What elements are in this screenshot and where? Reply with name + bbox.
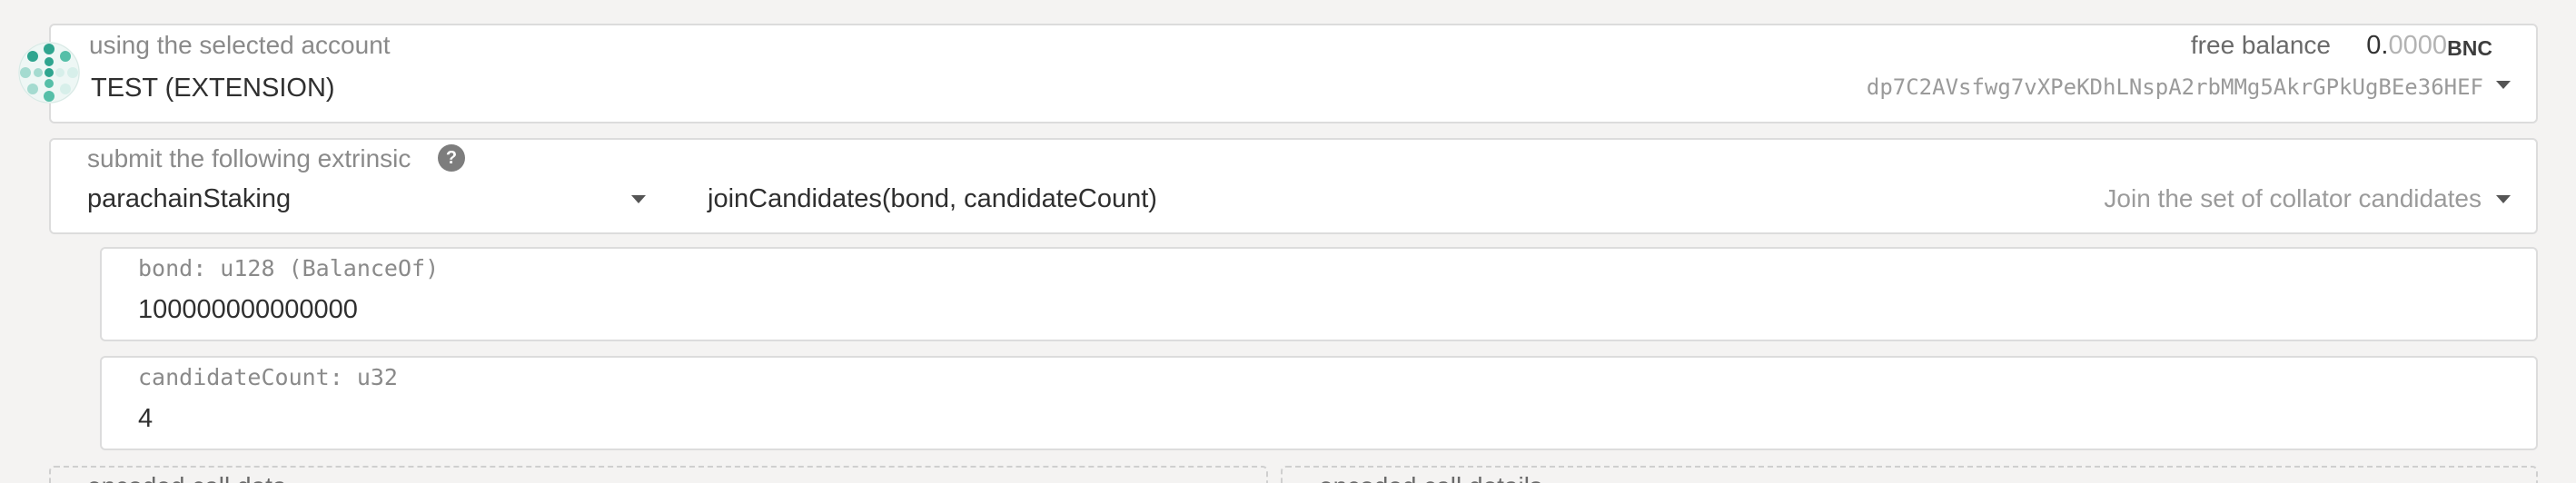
identicon-dot bbox=[67, 67, 78, 78]
pallet-dropdown-chevron-icon[interactable] bbox=[631, 195, 646, 203]
call-select[interactable]: joinCandidates(bond, candidateCount) bbox=[708, 184, 1157, 214]
account-dropdown-chevron-icon[interactable] bbox=[2496, 81, 2511, 89]
call-description: Join the set of collator candidates bbox=[2104, 184, 2482, 212]
extrinsic-submission-panel: using the selected account TEST (EXTENSI… bbox=[0, 0, 2576, 483]
free-balance-label: free balance bbox=[2190, 31, 2331, 59]
encoded-call-data-label: encoded call data bbox=[87, 472, 287, 483]
identicon-dot bbox=[34, 68, 43, 77]
identicon-dot bbox=[20, 67, 31, 78]
param-bond-label: bond: u128 (BalanceOf) bbox=[138, 255, 440, 281]
balance-integer: 0. bbox=[2366, 31, 2389, 60]
identicon-dot bbox=[44, 44, 54, 54]
param-candidate-count-input[interactable]: 4 bbox=[138, 404, 153, 434]
help-icon[interactable]: ? bbox=[438, 144, 465, 172]
identicon-dot bbox=[27, 51, 38, 62]
account-selector[interactable] bbox=[49, 24, 2538, 123]
identicon-dot bbox=[60, 84, 71, 94]
account-avatar-icon bbox=[18, 42, 80, 104]
identicon-dot bbox=[45, 79, 54, 88]
balance-decimals: 0000 bbox=[2388, 31, 2447, 60]
param-bond-input[interactable]: 100000000000000 bbox=[138, 295, 358, 325]
account-address[interactable]: dp7C2AVsfwg7vXPeKDhLNspA2rbMMg5AkrGPkUgB… bbox=[1867, 74, 2483, 100]
balance-unit: BNC bbox=[2447, 36, 2492, 60]
pallet-select[interactable]: parachainStaking bbox=[87, 184, 291, 214]
identicon-dot bbox=[45, 68, 54, 77]
identicon-dot bbox=[44, 91, 54, 102]
account-name[interactable]: TEST (EXTENSION) bbox=[91, 74, 335, 104]
param-candidate-count-label: candidateCount: u32 bbox=[138, 364, 398, 390]
encoded-call-details-label: encoded call details bbox=[1319, 472, 1542, 483]
param-bond-card bbox=[100, 247, 2538, 341]
identicon-dot bbox=[45, 57, 54, 66]
account-label: using the selected account bbox=[89, 31, 391, 59]
free-balance-value: 0.0000 bbox=[2366, 31, 2447, 61]
call-dropdown-chevron-icon[interactable] bbox=[2496, 195, 2511, 203]
param-candidate-count-card bbox=[100, 356, 2538, 450]
identicon-dot bbox=[27, 84, 38, 94]
identicon-dot bbox=[60, 51, 71, 62]
identicon-dot bbox=[55, 68, 64, 77]
extrinsic-label: submit the following extrinsic bbox=[87, 144, 411, 172]
